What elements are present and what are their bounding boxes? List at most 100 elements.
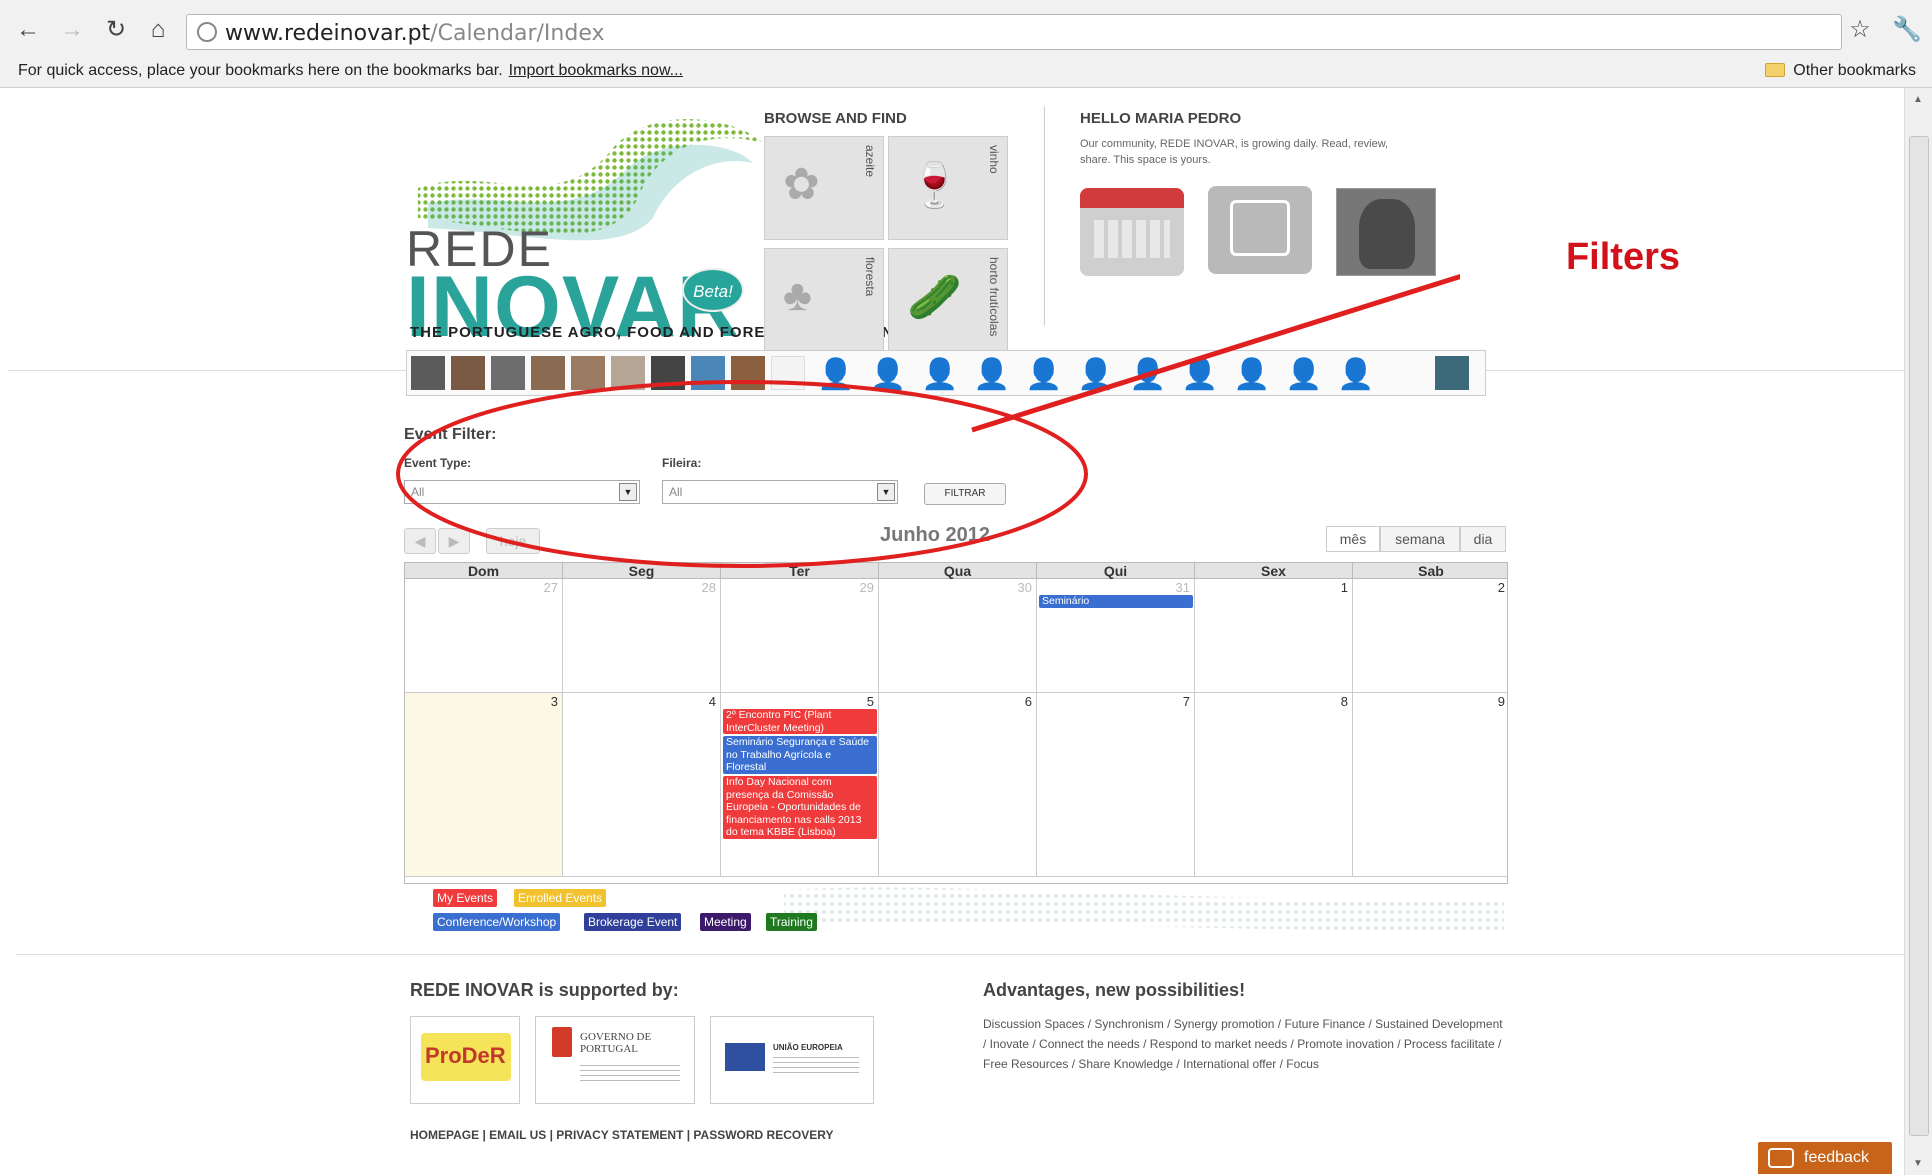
sponsor-logo-proder[interactable]: ProDeR <box>410 1016 520 1104</box>
other-bookmarks-button[interactable]: Other bookmarks <box>1765 62 1916 80</box>
member-avatar[interactable] <box>731 356 765 390</box>
day-cell[interactable]: 28 <box>563 579 721 693</box>
day-cell[interactable]: 2 <box>1353 579 1507 693</box>
weekday-header: Qua <box>879 563 1037 579</box>
day-cell[interactable]: 6 <box>879 693 1037 877</box>
member-placeholder-icon: 👤 <box>973 358 1011 391</box>
sponsor-logo-ue[interactable]: UNIÃO EUROPEIA <box>710 1016 874 1104</box>
import-bookmarks-link[interactable]: Import bookmarks now... <box>509 62 683 79</box>
member-placeholder-icon: 👤 <box>1025 358 1063 391</box>
member-avatar[interactable] <box>571 356 605 390</box>
weekday-header: Seg <box>563 563 721 579</box>
weekday-header: Sex <box>1195 563 1353 579</box>
browse-tile-vinho[interactable]: 🍷 vinho <box>888 136 1008 240</box>
url-text: www.redeinovar.pt/Calendar/Index <box>225 21 605 46</box>
view-day-button[interactable]: dia <box>1460 526 1506 552</box>
legend-tag: Brokerage Event <box>584 913 682 931</box>
legend-tag: Training <box>766 913 817 931</box>
header-divider <box>1044 106 1045 326</box>
member-placeholder-icon: 👤 <box>1181 358 1219 391</box>
meeting-icon[interactable] <box>1208 186 1312 274</box>
legend-tag: My Events <box>433 889 498 907</box>
weekday-header: Qui <box>1037 563 1195 579</box>
view-month-button[interactable]: mês <box>1326 526 1380 552</box>
calendar-event[interactable]: Info Day Nacional com presença da Comiss… <box>723 776 877 839</box>
browse-tile-horto[interactable]: 🥒 horto frutícolas <box>888 248 1008 352</box>
day-cell[interactable]: 30 <box>879 579 1037 693</box>
star-icon[interactable]: ☆ <box>1846 16 1874 44</box>
next-month-button[interactable]: ▶ <box>438 528 470 554</box>
scroll-thumb[interactable] <box>1909 136 1929 1136</box>
address-bar[interactable]: www.redeinovar.pt/Calendar/Index <box>186 14 1842 50</box>
bookmarks-bar: For quick access, place your bookmarks h… <box>0 56 1932 88</box>
browser-toolbar: ← → ↻ ⌂ www.redeinovar.pt/Calendar/Index… <box>0 0 1932 56</box>
calendar-event[interactable]: 2º Encontro PIC (Plant InterCluster Meet… <box>723 709 877 734</box>
member-avatar[interactable] <box>691 356 725 390</box>
calendar-event[interactable]: Seminário Segurança e Saúde no Trabalho … <box>723 736 877 774</box>
chevron-down-icon: ▼ <box>877 483 895 501</box>
megaphone-icon <box>1768 1148 1794 1168</box>
member-placeholder-icon: 👤 <box>869 358 907 391</box>
calendar-icon[interactable] <box>1080 188 1184 276</box>
chevron-down-icon: ▼ <box>619 483 637 501</box>
feedback-button[interactable]: feedback <box>1758 1142 1892 1174</box>
forward-arrow-icon[interactable]: → <box>58 16 86 44</box>
member-placeholder-icon: 👤 <box>1285 358 1323 391</box>
globe-icon <box>197 22 217 42</box>
weekday-header: Dom <box>405 563 563 579</box>
member-avatar[interactable] <box>451 356 485 390</box>
sponsor-logo-governo[interactable]: GOVERNO DE PORTUGAL <box>535 1016 695 1104</box>
filters-callout-label: Filters <box>1460 218 1786 296</box>
member-avatar[interactable] <box>491 356 525 390</box>
prev-icon: ◀ <box>414 533 426 549</box>
folder-icon <box>1765 63 1786 77</box>
advantages-title: Advantages, new possibilities! <box>983 980 1246 1000</box>
back-arrow-icon[interactable]: ← <box>14 16 42 44</box>
today-button[interactable]: hoje <box>486 528 540 554</box>
member-avatar[interactable] <box>651 356 685 390</box>
month-calendar: Dom Seg Ter Qua Qui Sex Sab 27 28 29 30 … <box>404 562 1508 884</box>
browse-tile-azeite[interactable]: ✿ azeite <box>764 136 884 240</box>
day-cell[interactable]: 8 <box>1195 693 1353 877</box>
member-avatar[interactable] <box>1435 356 1469 390</box>
members-strip: 👤 👤 👤 👤 👤 👤 👤 👤 👤 👤 👤 <box>406 350 1486 396</box>
member-placeholder-icon: 👤 <box>1077 358 1115 391</box>
event-type-select[interactable]: All ▼ <box>404 480 640 504</box>
calendar-event[interactable]: Seminário <box>1039 595 1193 608</box>
view-week-button[interactable]: semana <box>1380 526 1460 552</box>
fileira-select[interactable]: All ▼ <box>662 480 898 504</box>
home-icon[interactable]: ⌂ <box>144 16 172 44</box>
page-scrollbar[interactable]: ▲ ▼ <box>1904 88 1932 1175</box>
reload-icon[interactable]: ↻ <box>102 16 130 44</box>
browse-tile-floresta[interactable]: ♣ floresta <box>764 248 884 352</box>
day-cell[interactable]: 29 <box>721 579 879 693</box>
member-avatar[interactable] <box>411 356 445 390</box>
member-placeholder-icon: 👤 <box>817 358 855 391</box>
profile-avatar[interactable] <box>1336 188 1436 276</box>
vegetable-icon: 🥒 <box>907 273 962 322</box>
wrench-icon[interactable]: 🔧 <box>1892 16 1922 44</box>
member-avatar[interactable] <box>531 356 565 390</box>
member-avatar[interactable] <box>771 356 805 390</box>
day-cell[interactable]: 27 <box>405 579 563 693</box>
weekday-header: Sab <box>1353 563 1507 579</box>
scroll-up-icon[interactable]: ▲ <box>1913 94 1923 105</box>
day-cell-today[interactable]: 3 <box>405 693 563 877</box>
member-placeholder-icon: 👤 <box>1233 358 1271 391</box>
supported-by-title: REDE INOVAR is supported by: <box>410 980 679 1000</box>
olive-icon: ✿ <box>783 160 820 209</box>
event-type-label: Event Type: <box>404 456 472 470</box>
filtrar-button[interactable]: FILTRAR <box>924 483 1006 505</box>
wine-glass-icon: 🍷 <box>907 161 962 210</box>
day-cell[interactable]: 4 <box>563 693 721 877</box>
day-cell[interactable]: 9 <box>1353 693 1507 877</box>
member-avatar[interactable] <box>611 356 645 390</box>
legend-tag: Meeting <box>700 913 751 931</box>
footer-links[interactable]: HOMEPAGE | EMAIL US | PRIVACY STATEMENT … <box>410 1128 833 1142</box>
scroll-down-icon[interactable]: ▼ <box>1913 1158 1923 1169</box>
prev-month-button[interactable]: ◀ <box>404 528 436 554</box>
day-cell[interactable]: 1 <box>1195 579 1353 693</box>
legend-tag: Enrolled Events <box>514 889 607 907</box>
member-placeholder-icon: 👤 <box>921 358 959 391</box>
day-cell[interactable]: 7 <box>1037 693 1195 877</box>
